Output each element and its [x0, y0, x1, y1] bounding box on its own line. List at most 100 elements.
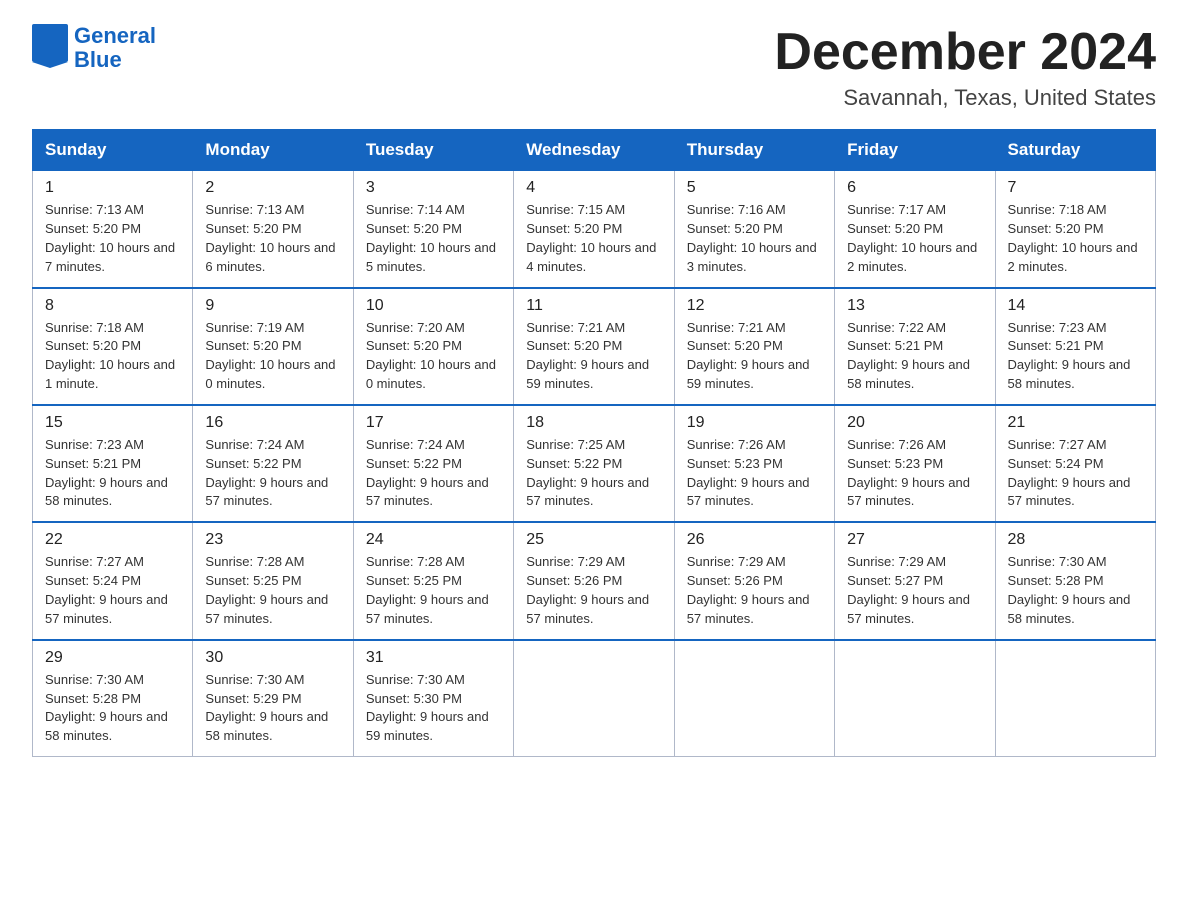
day-number: 30	[205, 649, 342, 667]
calendar-cell: 1 Sunrise: 7:13 AMSunset: 5:20 PMDayligh…	[33, 171, 193, 288]
logo: General Blue	[32, 24, 156, 73]
calendar-table: SundayMondayTuesdayWednesdayThursdayFrid…	[32, 129, 1156, 757]
calendar-cell: 15 Sunrise: 7:23 AMSunset: 5:21 PMDaylig…	[33, 405, 193, 522]
day-number: 22	[45, 531, 182, 549]
day-number: 21	[1008, 414, 1145, 432]
calendar-header-tuesday: Tuesday	[353, 130, 513, 171]
calendar-cell: 14 Sunrise: 7:23 AMSunset: 5:21 PMDaylig…	[995, 288, 1155, 405]
day-info: Sunrise: 7:21 AMSunset: 5:20 PMDaylight:…	[526, 319, 663, 394]
day-number: 7	[1008, 179, 1145, 197]
day-info: Sunrise: 7:13 AMSunset: 5:20 PMDaylight:…	[45, 201, 182, 276]
day-info: Sunrise: 7:29 AMSunset: 5:26 PMDaylight:…	[526, 553, 663, 628]
day-info: Sunrise: 7:17 AMSunset: 5:20 PMDaylight:…	[847, 201, 984, 276]
day-info: Sunrise: 7:23 AMSunset: 5:21 PMDaylight:…	[45, 436, 182, 511]
day-info: Sunrise: 7:20 AMSunset: 5:20 PMDaylight:…	[366, 319, 503, 394]
calendar-week-row: 15 Sunrise: 7:23 AMSunset: 5:21 PMDaylig…	[33, 405, 1156, 522]
calendar-cell: 30 Sunrise: 7:30 AMSunset: 5:29 PMDaylig…	[193, 640, 353, 757]
day-number: 13	[847, 297, 984, 315]
logo-blue-text: Blue	[74, 47, 156, 73]
calendar-cell: 25 Sunrise: 7:29 AMSunset: 5:26 PMDaylig…	[514, 522, 674, 639]
day-number: 31	[366, 649, 503, 667]
day-info: Sunrise: 7:24 AMSunset: 5:22 PMDaylight:…	[366, 436, 503, 511]
day-number: 19	[687, 414, 824, 432]
calendar-cell: 20 Sunrise: 7:26 AMSunset: 5:23 PMDaylig…	[835, 405, 995, 522]
day-info: Sunrise: 7:21 AMSunset: 5:20 PMDaylight:…	[687, 319, 824, 394]
day-info: Sunrise: 7:18 AMSunset: 5:20 PMDaylight:…	[1008, 201, 1145, 276]
day-number: 9	[205, 297, 342, 315]
calendar-cell: 8 Sunrise: 7:18 AMSunset: 5:20 PMDayligh…	[33, 288, 193, 405]
calendar-cell: 28 Sunrise: 7:30 AMSunset: 5:28 PMDaylig…	[995, 522, 1155, 639]
day-info: Sunrise: 7:14 AMSunset: 5:20 PMDaylight:…	[366, 201, 503, 276]
calendar-week-row: 1 Sunrise: 7:13 AMSunset: 5:20 PMDayligh…	[33, 171, 1156, 288]
calendar-cell: 11 Sunrise: 7:21 AMSunset: 5:20 PMDaylig…	[514, 288, 674, 405]
day-info: Sunrise: 7:29 AMSunset: 5:27 PMDaylight:…	[847, 553, 984, 628]
calendar-cell: 7 Sunrise: 7:18 AMSunset: 5:20 PMDayligh…	[995, 171, 1155, 288]
day-info: Sunrise: 7:26 AMSunset: 5:23 PMDaylight:…	[687, 436, 824, 511]
calendar-header-monday: Monday	[193, 130, 353, 171]
day-info: Sunrise: 7:30 AMSunset: 5:28 PMDaylight:…	[1008, 553, 1145, 628]
day-number: 28	[1008, 531, 1145, 549]
calendar-cell	[835, 640, 995, 757]
calendar-header-row: SundayMondayTuesdayWednesdayThursdayFrid…	[33, 130, 1156, 171]
day-number: 25	[526, 531, 663, 549]
day-info: Sunrise: 7:13 AMSunset: 5:20 PMDaylight:…	[205, 201, 342, 276]
day-number: 23	[205, 531, 342, 549]
calendar-cell: 5 Sunrise: 7:16 AMSunset: 5:20 PMDayligh…	[674, 171, 834, 288]
calendar-cell: 24 Sunrise: 7:28 AMSunset: 5:25 PMDaylig…	[353, 522, 513, 639]
calendar-cell: 12 Sunrise: 7:21 AMSunset: 5:20 PMDaylig…	[674, 288, 834, 405]
calendar-cell	[995, 640, 1155, 757]
calendar-cell: 17 Sunrise: 7:24 AMSunset: 5:22 PMDaylig…	[353, 405, 513, 522]
day-info: Sunrise: 7:30 AMSunset: 5:29 PMDaylight:…	[205, 671, 342, 746]
day-info: Sunrise: 7:30 AMSunset: 5:30 PMDaylight:…	[366, 671, 503, 746]
day-info: Sunrise: 7:29 AMSunset: 5:26 PMDaylight:…	[687, 553, 824, 628]
calendar-cell: 13 Sunrise: 7:22 AMSunset: 5:21 PMDaylig…	[835, 288, 995, 405]
calendar-cell: 16 Sunrise: 7:24 AMSunset: 5:22 PMDaylig…	[193, 405, 353, 522]
day-number: 5	[687, 179, 824, 197]
month-title: December 2024	[774, 24, 1156, 81]
logo-general-text: General	[74, 24, 156, 48]
calendar-header-saturday: Saturday	[995, 130, 1155, 171]
calendar-cell: 23 Sunrise: 7:28 AMSunset: 5:25 PMDaylig…	[193, 522, 353, 639]
day-number: 3	[366, 179, 503, 197]
day-number: 27	[847, 531, 984, 549]
day-info: Sunrise: 7:15 AMSunset: 5:20 PMDaylight:…	[526, 201, 663, 276]
day-info: Sunrise: 7:28 AMSunset: 5:25 PMDaylight:…	[205, 553, 342, 628]
calendar-cell: 4 Sunrise: 7:15 AMSunset: 5:20 PMDayligh…	[514, 171, 674, 288]
calendar-header-sunday: Sunday	[33, 130, 193, 171]
day-number: 16	[205, 414, 342, 432]
calendar-cell: 27 Sunrise: 7:29 AMSunset: 5:27 PMDaylig…	[835, 522, 995, 639]
day-info: Sunrise: 7:19 AMSunset: 5:20 PMDaylight:…	[205, 319, 342, 394]
calendar-header-wednesday: Wednesday	[514, 130, 674, 171]
calendar-cell: 21 Sunrise: 7:27 AMSunset: 5:24 PMDaylig…	[995, 405, 1155, 522]
calendar-cell: 3 Sunrise: 7:14 AMSunset: 5:20 PMDayligh…	[353, 171, 513, 288]
day-info: Sunrise: 7:26 AMSunset: 5:23 PMDaylight:…	[847, 436, 984, 511]
calendar-cell: 10 Sunrise: 7:20 AMSunset: 5:20 PMDaylig…	[353, 288, 513, 405]
day-number: 4	[526, 179, 663, 197]
day-info: Sunrise: 7:16 AMSunset: 5:20 PMDaylight:…	[687, 201, 824, 276]
calendar-cell: 2 Sunrise: 7:13 AMSunset: 5:20 PMDayligh…	[193, 171, 353, 288]
day-number: 8	[45, 297, 182, 315]
calendar-cell	[674, 640, 834, 757]
day-number: 24	[366, 531, 503, 549]
day-info: Sunrise: 7:27 AMSunset: 5:24 PMDaylight:…	[1008, 436, 1145, 511]
title-block: December 2024 Savannah, Texas, United St…	[774, 24, 1156, 111]
day-number: 17	[366, 414, 503, 432]
day-info: Sunrise: 7:23 AMSunset: 5:21 PMDaylight:…	[1008, 319, 1145, 394]
day-number: 11	[526, 297, 663, 315]
calendar-cell: 26 Sunrise: 7:29 AMSunset: 5:26 PMDaylig…	[674, 522, 834, 639]
logo-icon	[32, 24, 68, 73]
day-number: 1	[45, 179, 182, 197]
day-number: 29	[45, 649, 182, 667]
day-number: 6	[847, 179, 984, 197]
day-number: 10	[366, 297, 503, 315]
day-number: 20	[847, 414, 984, 432]
day-number: 2	[205, 179, 342, 197]
day-number: 12	[687, 297, 824, 315]
calendar-week-row: 22 Sunrise: 7:27 AMSunset: 5:24 PMDaylig…	[33, 522, 1156, 639]
day-info: Sunrise: 7:22 AMSunset: 5:21 PMDaylight:…	[847, 319, 984, 394]
day-info: Sunrise: 7:27 AMSunset: 5:24 PMDaylight:…	[45, 553, 182, 628]
day-number: 15	[45, 414, 182, 432]
day-info: Sunrise: 7:24 AMSunset: 5:22 PMDaylight:…	[205, 436, 342, 511]
calendar-header-friday: Friday	[835, 130, 995, 171]
calendar-week-row: 8 Sunrise: 7:18 AMSunset: 5:20 PMDayligh…	[33, 288, 1156, 405]
